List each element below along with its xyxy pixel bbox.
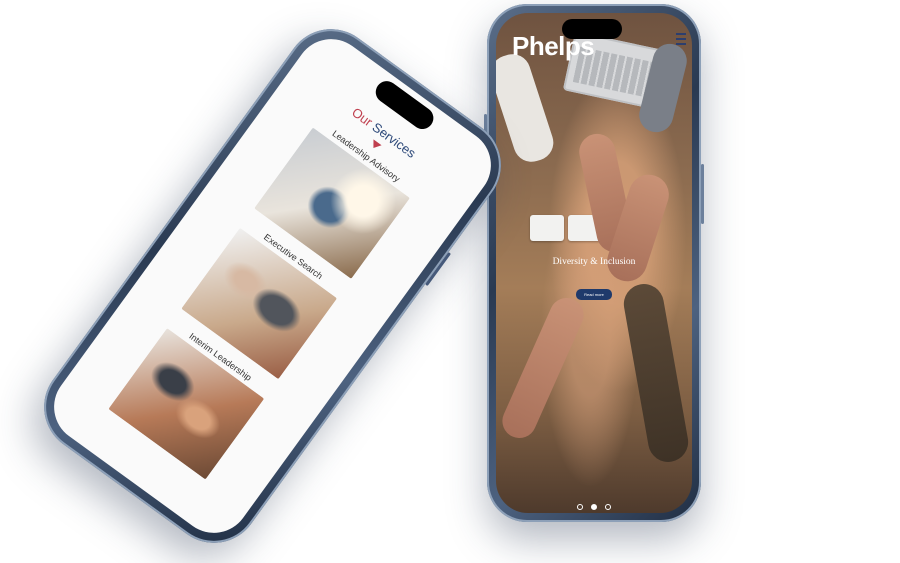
hero-screen: Phelps Diversity & Inclusion Read more [496,13,692,513]
read-more-button[interactable]: Read more [576,289,612,300]
section-title-first: Our [349,104,376,130]
outlet-image [530,215,564,241]
hero-title: Diversity & Inclusion [552,257,636,267]
power-button [701,164,704,224]
upright-phone: Phelps Diversity & Inclusion Read more [484,4,704,522]
slider-dot[interactable] [576,504,583,510]
slider-dot[interactable] [605,504,612,510]
services-screen: Our Services Leadership Advisory Executi… [39,24,506,548]
brand-logo[interactable]: Phelps [512,31,595,62]
menu-icon[interactable] [676,33,686,45]
slider-dots [496,497,692,513]
tilted-phone: Our Services Leadership Advisory Executi… [25,10,520,562]
section-title-second: Services [369,119,419,161]
arm-shape [620,280,692,466]
triangle-icon [369,139,382,151]
sleeve-shape [496,49,559,167]
slider-dot-active[interactable] [591,504,597,510]
arm-shape [496,292,590,444]
